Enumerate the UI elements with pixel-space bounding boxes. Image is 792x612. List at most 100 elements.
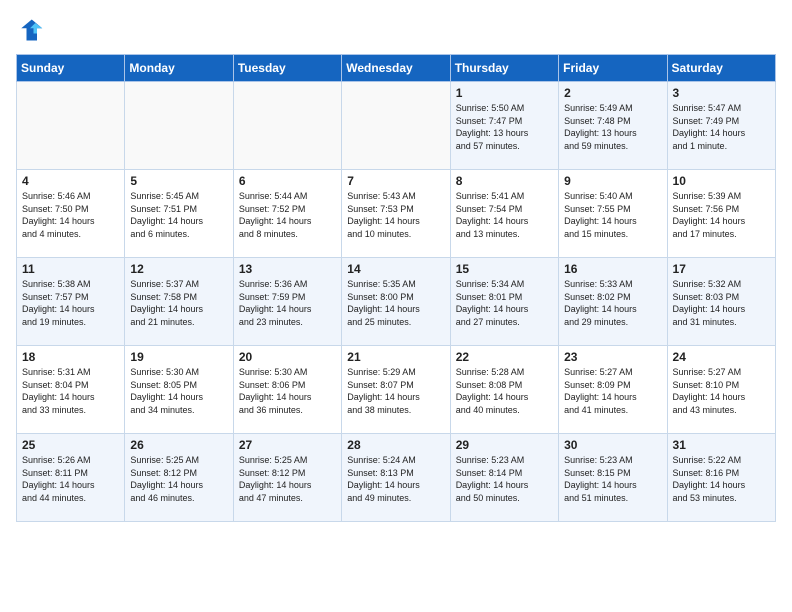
cell-info: Sunrise: 5:27 AM Sunset: 8:09 PM Dayligh… (564, 366, 661, 416)
col-header-tuesday: Tuesday (233, 55, 341, 82)
calendar-cell: 13 Sunrise: 5:36 AM Sunset: 7:59 PM Dayli… (233, 258, 341, 346)
calendar-cell: 23 Sunrise: 5:27 AM Sunset: 8:09 PM Dayli… (559, 346, 667, 434)
cell-info: Sunrise: 5:49 AM Sunset: 7:48 PM Dayligh… (564, 102, 661, 152)
day-number: 2 (564, 86, 661, 100)
day-number: 25 (22, 438, 119, 452)
day-number: 29 (456, 438, 553, 452)
cell-info: Sunrise: 5:23 AM Sunset: 8:15 PM Dayligh… (564, 454, 661, 504)
day-number: 14 (347, 262, 444, 276)
day-number: 27 (239, 438, 336, 452)
day-number: 20 (239, 350, 336, 364)
cell-info: Sunrise: 5:50 AM Sunset: 7:47 PM Dayligh… (456, 102, 553, 152)
calendar-week-1: 1Sunrise: 5:50 AM Sunset: 7:47 PM Daylig… (17, 82, 776, 170)
col-header-saturday: Saturday (667, 55, 775, 82)
cell-info: Sunrise: 5:33 AM Sunset: 8:02 PM Dayligh… (564, 278, 661, 328)
calendar-cell: 11 Sunrise: 5:38 AM Sunset: 7:57 PM Dayli… (17, 258, 125, 346)
cell-info: Sunrise: 5:30 AM Sunset: 8:05 PM Dayligh… (130, 366, 227, 416)
cell-info: Sunrise: 5:26 AM Sunset: 8:11 PM Dayligh… (22, 454, 119, 504)
day-number: 22 (456, 350, 553, 364)
calendar-cell (125, 82, 233, 170)
logo (16, 16, 48, 44)
day-number: 15 (456, 262, 553, 276)
calendar-cell: 1Sunrise: 5:50 AM Sunset: 7:47 PM Daylig… (450, 82, 558, 170)
cell-info: Sunrise: 5:24 AM Sunset: 8:13 PM Dayligh… (347, 454, 444, 504)
day-number: 19 (130, 350, 227, 364)
day-number: 18 (22, 350, 119, 364)
calendar-cell: 22 Sunrise: 5:28 AM Sunset: 8:08 PM Dayli… (450, 346, 558, 434)
calendar-cell: 31 Sunrise: 5:22 AM Sunset: 8:16 PM Dayli… (667, 434, 775, 522)
day-number: 28 (347, 438, 444, 452)
calendar-cell: 12 Sunrise: 5:37 AM Sunset: 7:58 PM Dayli… (125, 258, 233, 346)
calendar-cell: 7 Sunrise: 5:43 AM Sunset: 7:53 PM Daylig… (342, 170, 450, 258)
cell-info: Sunrise: 5:31 AM Sunset: 8:04 PM Dayligh… (22, 366, 119, 416)
calendar-week-4: 18 Sunrise: 5:31 AM Sunset: 8:04 PM Dayli… (17, 346, 776, 434)
calendar-cell: 16Sunrise: 5:33 AM Sunset: 8:02 PM Dayli… (559, 258, 667, 346)
day-number: 10 (673, 174, 770, 188)
cell-info: Sunrise: 5:37 AM Sunset: 7:58 PM Dayligh… (130, 278, 227, 328)
day-number: 7 (347, 174, 444, 188)
cell-info: Sunrise: 5:40 AM Sunset: 7:55 PM Dayligh… (564, 190, 661, 240)
day-number: 17 (673, 262, 770, 276)
calendar-week-3: 11 Sunrise: 5:38 AM Sunset: 7:57 PM Dayli… (17, 258, 776, 346)
day-number: 13 (239, 262, 336, 276)
day-number: 31 (673, 438, 770, 452)
calendar-cell: 28 Sunrise: 5:24 AM Sunset: 8:13 PM Dayli… (342, 434, 450, 522)
calendar-cell: 17Sunrise: 5:32 AM Sunset: 8:03 PM Dayli… (667, 258, 775, 346)
day-number: 5 (130, 174, 227, 188)
calendar-cell: 3Sunrise: 5:47 AM Sunset: 7:49 PM Daylig… (667, 82, 775, 170)
cell-info: Sunrise: 5:25 AM Sunset: 8:12 PM Dayligh… (239, 454, 336, 504)
calendar-cell (233, 82, 341, 170)
cell-info: Sunrise: 5:35 AM Sunset: 8:00 PM Dayligh… (347, 278, 444, 328)
calendar-week-5: 25 Sunrise: 5:26 AM Sunset: 8:11 PM Dayli… (17, 434, 776, 522)
calendar-cell: 24Sunrise: 5:27 AM Sunset: 8:10 PM Dayli… (667, 346, 775, 434)
cell-info: Sunrise: 5:30 AM Sunset: 8:06 PM Dayligh… (239, 366, 336, 416)
day-number: 26 (130, 438, 227, 452)
calendar-cell: 8Sunrise: 5:41 AM Sunset: 7:54 PM Daylig… (450, 170, 558, 258)
calendar-cell: 29 Sunrise: 5:23 AM Sunset: 8:14 PM Dayli… (450, 434, 558, 522)
cell-info: Sunrise: 5:41 AM Sunset: 7:54 PM Dayligh… (456, 190, 553, 240)
day-number: 21 (347, 350, 444, 364)
calendar-cell: 6 Sunrise: 5:44 AM Sunset: 7:52 PM Daylig… (233, 170, 341, 258)
col-header-monday: Monday (125, 55, 233, 82)
col-header-thursday: Thursday (450, 55, 558, 82)
cell-info: Sunrise: 5:36 AM Sunset: 7:59 PM Dayligh… (239, 278, 336, 328)
day-number: 24 (673, 350, 770, 364)
cell-info: Sunrise: 5:23 AM Sunset: 8:14 PM Dayligh… (456, 454, 553, 504)
day-number: 30 (564, 438, 661, 452)
calendar-table: SundayMondayTuesdayWednesdayThursdayFrid… (16, 54, 776, 522)
day-number: 12 (130, 262, 227, 276)
cell-info: Sunrise: 5:38 AM Sunset: 7:57 PM Dayligh… (22, 278, 119, 328)
calendar-cell: 10 Sunrise: 5:39 AM Sunset: 7:56 PM Dayli… (667, 170, 775, 258)
calendar-cell: 19 Sunrise: 5:30 AM Sunset: 8:05 PM Dayli… (125, 346, 233, 434)
day-number: 6 (239, 174, 336, 188)
calendar-cell: 5 Sunrise: 5:45 AM Sunset: 7:51 PM Daylig… (125, 170, 233, 258)
calendar-cell (342, 82, 450, 170)
cell-info: Sunrise: 5:44 AM Sunset: 7:52 PM Dayligh… (239, 190, 336, 240)
logo-icon (16, 16, 44, 44)
cell-info: Sunrise: 5:28 AM Sunset: 8:08 PM Dayligh… (456, 366, 553, 416)
col-header-wednesday: Wednesday (342, 55, 450, 82)
calendar-cell: 9 Sunrise: 5:40 AM Sunset: 7:55 PM Daylig… (559, 170, 667, 258)
calendar-cell: 14 Sunrise: 5:35 AM Sunset: 8:00 PM Dayli… (342, 258, 450, 346)
day-number: 9 (564, 174, 661, 188)
calendar-cell: 15Sunrise: 5:34 AM Sunset: 8:01 PM Dayli… (450, 258, 558, 346)
cell-info: Sunrise: 5:45 AM Sunset: 7:51 PM Dayligh… (130, 190, 227, 240)
cell-info: Sunrise: 5:47 AM Sunset: 7:49 PM Dayligh… (673, 102, 770, 152)
calendar-cell: 20 Sunrise: 5:30 AM Sunset: 8:06 PM Dayli… (233, 346, 341, 434)
day-number: 11 (22, 262, 119, 276)
calendar-cell: 26Sunrise: 5:25 AM Sunset: 8:12 PM Dayli… (125, 434, 233, 522)
day-number: 23 (564, 350, 661, 364)
calendar-week-2: 4Sunrise: 5:46 AM Sunset: 7:50 PM Daylig… (17, 170, 776, 258)
day-number: 4 (22, 174, 119, 188)
calendar-cell: 25 Sunrise: 5:26 AM Sunset: 8:11 PM Dayli… (17, 434, 125, 522)
calendar-cell: 27 Sunrise: 5:25 AM Sunset: 8:12 PM Dayli… (233, 434, 341, 522)
col-header-friday: Friday (559, 55, 667, 82)
calendar-cell: 2 Sunrise: 5:49 AM Sunset: 7:48 PM Daylig… (559, 82, 667, 170)
calendar-cell: 18 Sunrise: 5:31 AM Sunset: 8:04 PM Dayli… (17, 346, 125, 434)
cell-info: Sunrise: 5:43 AM Sunset: 7:53 PM Dayligh… (347, 190, 444, 240)
page-header (16, 16, 776, 44)
cell-info: Sunrise: 5:22 AM Sunset: 8:16 PM Dayligh… (673, 454, 770, 504)
calendar-cell (17, 82, 125, 170)
cell-info: Sunrise: 5:39 AM Sunset: 7:56 PM Dayligh… (673, 190, 770, 240)
calendar-cell: 30 Sunrise: 5:23 AM Sunset: 8:15 PM Dayli… (559, 434, 667, 522)
